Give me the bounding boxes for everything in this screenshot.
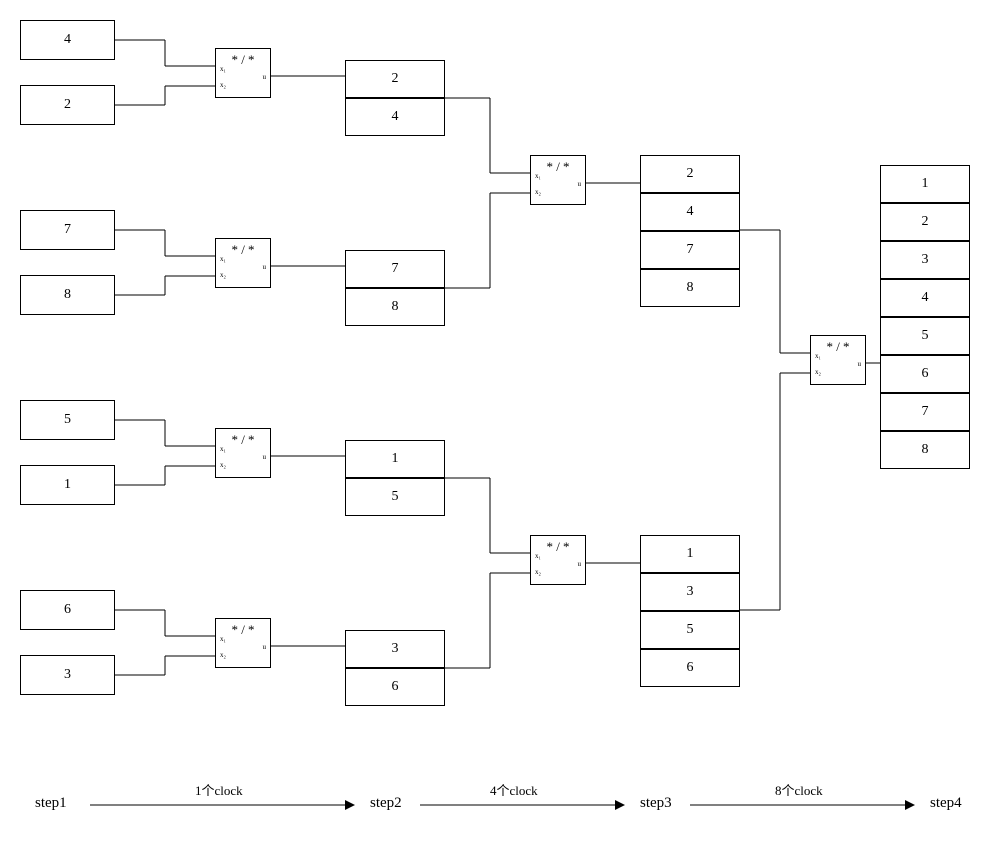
comparator-out: u	[858, 360, 862, 368]
stage2-stack: 3 6	[345, 630, 445, 706]
stack-cell: 3	[345, 630, 445, 668]
stack-cell: 8	[640, 269, 740, 307]
stack-cell: 5	[640, 611, 740, 649]
stage2-stack: 7 8	[345, 250, 445, 326]
stack-cell: 6	[880, 355, 970, 393]
stack-cell: 5	[345, 478, 445, 516]
stack-cell: 7	[640, 231, 740, 269]
comparator-out: u	[578, 560, 582, 568]
stack-cell: 6	[345, 668, 445, 706]
comparator-op: * / *	[231, 432, 254, 448]
stack-cell: 7	[880, 393, 970, 431]
step-label: step2	[370, 795, 402, 812]
step-label: step3	[640, 795, 672, 812]
wires	[0, 0, 1000, 850]
stack-cell: 8	[880, 431, 970, 469]
comparator: * / * x₁ x₂ u	[215, 48, 271, 98]
stack-cell: 1	[640, 535, 740, 573]
input-box: 7	[20, 210, 115, 250]
stage3-stack: 1 3 5 6	[640, 535, 740, 687]
input-box: 3	[20, 655, 115, 695]
comparator-in1: x₁	[535, 552, 541, 560]
comparator-in1: x₁	[535, 172, 541, 180]
input-box: 4	[20, 20, 115, 60]
step-label: step4	[930, 795, 962, 812]
comparator-in1: x₁	[220, 445, 226, 453]
stack-cell: 2	[880, 203, 970, 241]
stack-cell: 1	[880, 165, 970, 203]
stage2-stack: 2 4	[345, 60, 445, 136]
stack-cell: 6	[640, 649, 740, 687]
arrow-icon	[420, 797, 625, 813]
comparator-in1: x₁	[220, 65, 226, 73]
comparator-op: * / *	[231, 52, 254, 68]
comparator-op: * / *	[546, 159, 569, 175]
comparator-in1: x₁	[220, 255, 226, 263]
arrow-icon	[90, 797, 355, 813]
stack-cell: 4	[880, 279, 970, 317]
comparator-out: u	[263, 643, 267, 651]
comparator: * / * x₁ x₂ u	[215, 618, 271, 668]
comparator: * / * x₁ x₂ u	[215, 238, 271, 288]
stack-cell: 3	[640, 573, 740, 611]
comparator-in2: x₂	[535, 188, 541, 196]
comparator: * / * x₁ x₂ u	[215, 428, 271, 478]
input-box: 1	[20, 465, 115, 505]
comparator-op: * / *	[231, 242, 254, 258]
input-box: 5	[20, 400, 115, 440]
stage3-stack: 2 4 7 8	[640, 155, 740, 307]
comparator-in1: x₁	[220, 635, 226, 643]
comparator-in2: x₂	[220, 81, 226, 89]
stack-cell: 4	[345, 98, 445, 136]
comparator-out: u	[263, 453, 267, 461]
comparator-in1: x₁	[815, 352, 821, 360]
stack-cell: 8	[345, 288, 445, 326]
arrow-icon	[690, 797, 915, 813]
input-box: 6	[20, 590, 115, 630]
stack-cell: 5	[880, 317, 970, 355]
stack-cell: 1	[345, 440, 445, 478]
comparator-op: * / *	[826, 339, 849, 355]
step-label: step1	[35, 795, 67, 812]
stack-cell: 7	[345, 250, 445, 288]
stack-cell: 3	[880, 241, 970, 279]
comparator-in2: x₂	[535, 568, 541, 576]
comparator-out: u	[263, 73, 267, 81]
stage4-stack: 1 2 3 4 5 6 7 8	[880, 165, 970, 469]
stack-cell: 2	[640, 155, 740, 193]
comparator: * / * x₁ x₂ u	[530, 155, 586, 205]
comparator-out: u	[578, 180, 582, 188]
comparator-out: u	[263, 263, 267, 271]
comparator-in2: x₂	[220, 461, 226, 469]
comparator: * / * x₁ x₂ u	[810, 335, 866, 385]
comparator: * / * x₁ x₂ u	[530, 535, 586, 585]
stack-cell: 2	[345, 60, 445, 98]
stack-cell: 4	[640, 193, 740, 231]
comparator-in2: x₂	[815, 368, 821, 376]
comparator-in2: x₂	[220, 271, 226, 279]
input-box: 8	[20, 275, 115, 315]
comparator-in2: x₂	[220, 651, 226, 659]
input-box: 2	[20, 85, 115, 125]
comparator-op: * / *	[546, 539, 569, 555]
comparator-op: * / *	[231, 622, 254, 638]
stage2-stack: 1 5	[345, 440, 445, 516]
